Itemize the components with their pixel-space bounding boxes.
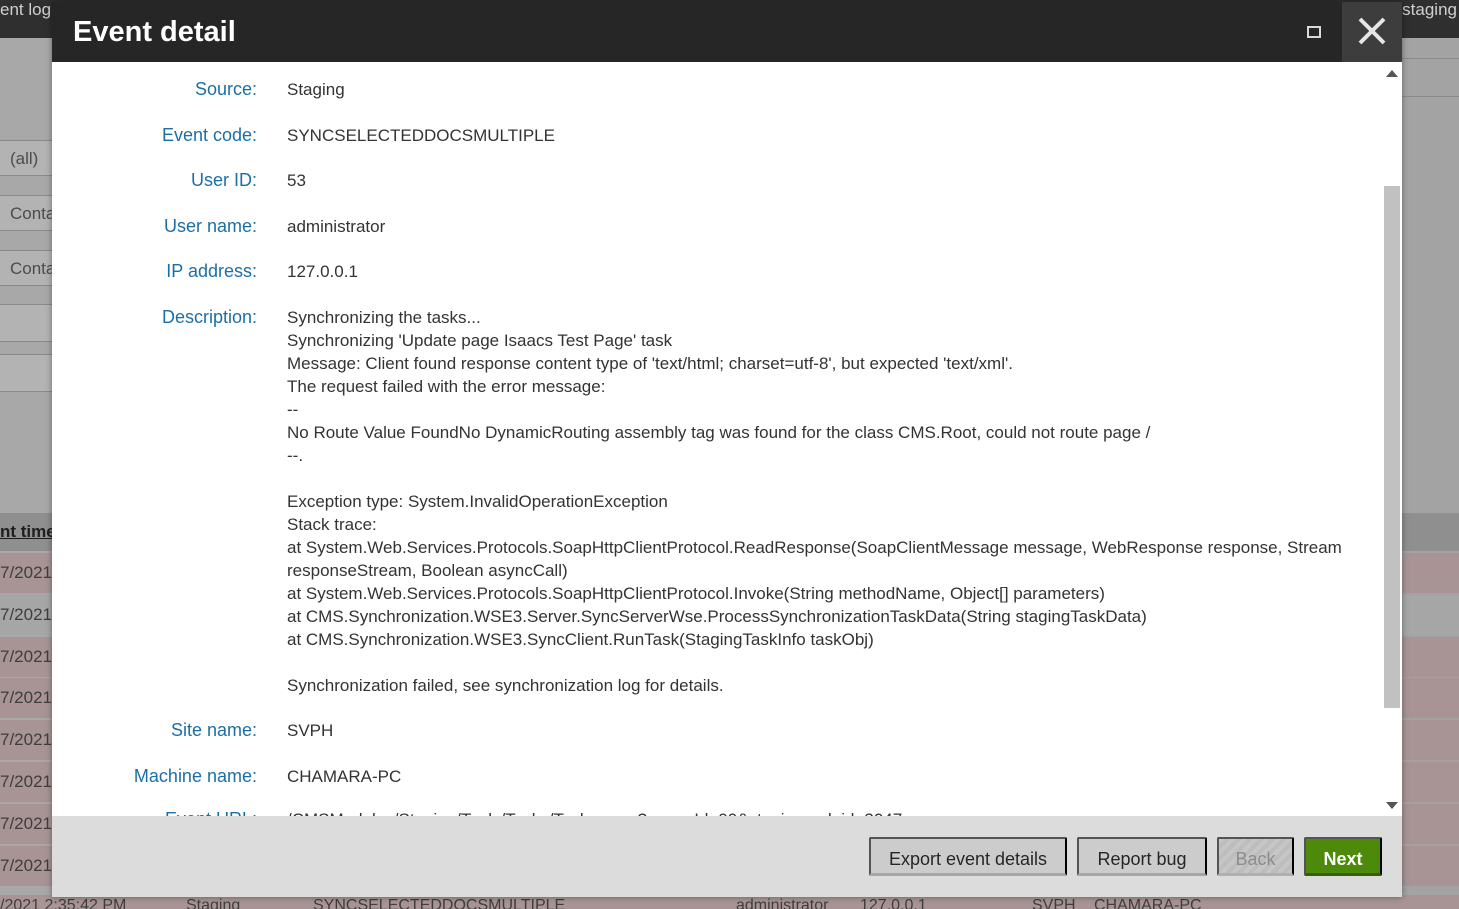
close-button[interactable] [1342, 2, 1402, 62]
field-label: IP address: [166, 261, 257, 281]
field-label: Machine name: [133, 766, 257, 786]
content-scrollbar[interactable] [1382, 62, 1402, 816]
background-filter [0, 354, 52, 392]
back-button[interactable]: Back [1217, 837, 1294, 876]
field-value: 127.0.0.1 [287, 262, 358, 281]
background-title-right: staging [1402, 0, 1457, 19]
background-filter: (all) [0, 140, 52, 176]
event-detail-dialog: Event detail Source: Staging Event code:… [52, 2, 1402, 897]
close-icon [1358, 17, 1386, 45]
field-value: SVPH [287, 721, 334, 740]
scroll-up-icon[interactable] [1386, 70, 1398, 77]
field-value: /CMSModules/Staging/Tools/Tasks/Tasks.as… [287, 808, 1347, 816]
field-value: SYNCSELECTEDDOCSMULTIPLE [287, 126, 555, 145]
next-button[interactable]: Next [1304, 837, 1382, 876]
background-filter: Conta [0, 250, 55, 286]
background-row: /2021 2:35:42 PM Staging SYNCSELECTEDDOC… [0, 895, 1459, 909]
field-value: CHAMARA-PC [287, 767, 402, 786]
field-value: Staging [287, 80, 345, 99]
dialog-titlebar: Event detail [52, 2, 1402, 62]
report-bug-button[interactable]: Report bug [1077, 837, 1207, 876]
background-column-header: nt time [0, 522, 56, 541]
maximize-icon[interactable] [1306, 24, 1322, 40]
field-label: Source: [194, 79, 257, 99]
field-label: User ID: [190, 170, 257, 190]
scroll-down-icon[interactable] [1386, 802, 1398, 809]
description-text: Synchronizing the tasks... Synchronizing… [287, 308, 1342, 695]
background-filter: Conta [0, 195, 55, 231]
dialog-footer: Export event details Report bug Back Nex… [52, 816, 1402, 897]
scrollbar-thumb[interactable] [1384, 186, 1400, 708]
field-label: Event code: [161, 125, 257, 145]
background-filter [0, 304, 52, 342]
event-detail-content: Source: Staging Event code: SYNCSELECTED… [52, 62, 1382, 816]
background-title: ent log [0, 0, 52, 19]
field-label: Description: [161, 307, 257, 327]
field-label: Site name: [170, 720, 257, 740]
field-value: administrator [287, 217, 386, 236]
export-event-details-button[interactable]: Export event details [869, 837, 1067, 876]
field-label: User name: [163, 216, 257, 236]
dialog-title: Event detail [73, 16, 236, 48]
field-value: 53 [287, 171, 306, 190]
field-label: Event URL: [52, 808, 257, 816]
